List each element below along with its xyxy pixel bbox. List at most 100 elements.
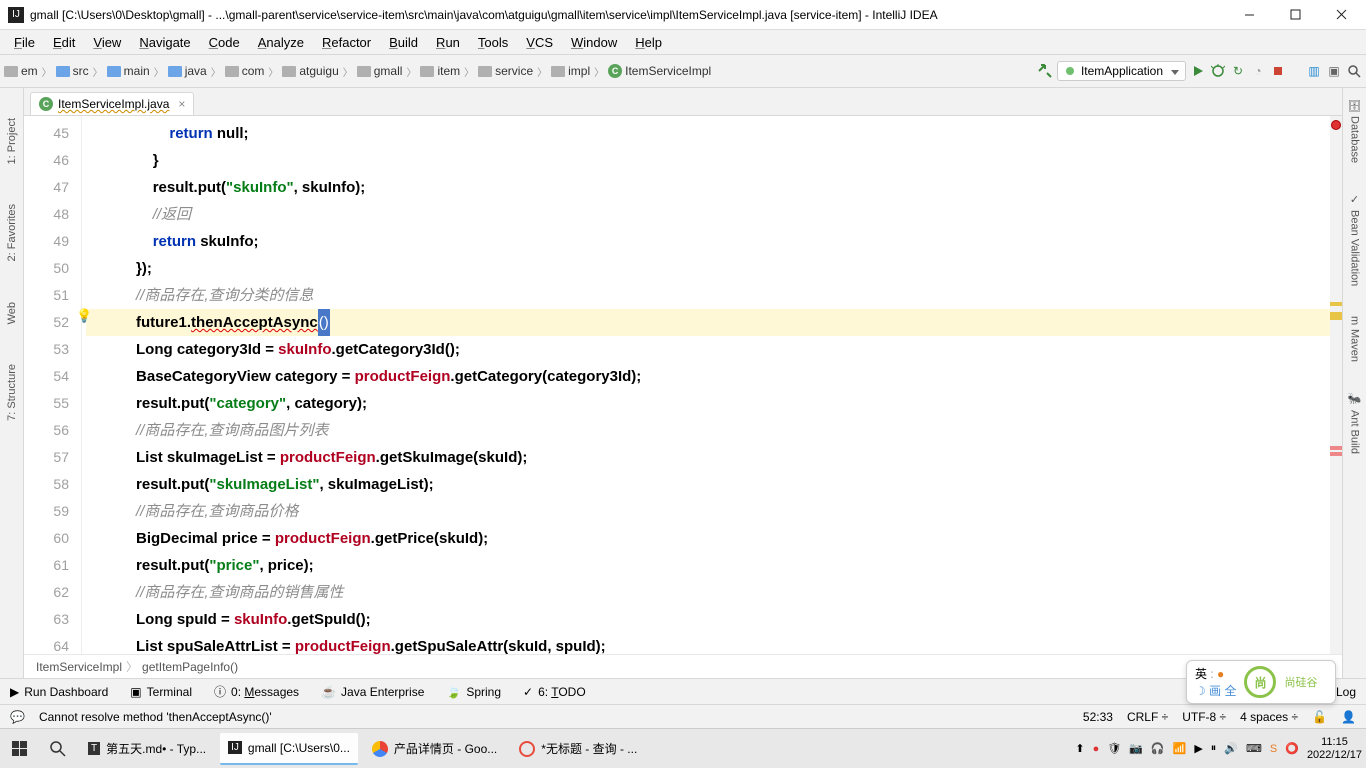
windows-taskbar: T第五天.md• - Typ... IJgmall [C:\Users\0...… — [0, 728, 1366, 768]
menu-run[interactable]: Run — [428, 33, 468, 52]
tool-project[interactable]: 1: Project — [6, 118, 18, 164]
run-button[interactable] — [1190, 63, 1206, 79]
task-typora[interactable]: T第五天.md• - Typ... — [80, 733, 214, 765]
minimize-button[interactable] — [1226, 0, 1272, 30]
code-content[interactable]: return null; } result.put("skuInfo", sku… — [82, 116, 1330, 654]
tray-icon[interactable]: ⌨ — [1246, 742, 1262, 755]
menu-file[interactable]: File — [6, 33, 43, 52]
ime-logo-icon: 尚 — [1244, 666, 1276, 698]
menu-help[interactable]: Help — [627, 33, 670, 52]
intention-bulb-icon[interactable]: 💡 — [76, 308, 92, 324]
close-tab-icon[interactable]: × — [178, 97, 185, 111]
indent-setting[interactable]: 4 spaces ÷ — [1240, 710, 1298, 724]
menu-refactor[interactable]: Refactor — [314, 33, 379, 52]
tool-web[interactable]: Web — [6, 302, 18, 324]
breadcrumb-atguigu[interactable]: atguigu — [282, 64, 338, 78]
structure-breadcrumb[interactable]: ItemServiceImpl 〉 getItemPageInfo() — [24, 654, 1342, 678]
folder-icon — [4, 66, 18, 77]
gutter-line-numbers: 4546474849505152535455565758596061626364 — [24, 116, 82, 654]
breadcrumb-gmall[interactable]: gmall — [357, 64, 403, 78]
run-configuration-select[interactable]: ItemApplication — [1057, 61, 1186, 81]
system-tray[interactable]: ⬆ ● 🛡 📷 🎧 📶 ▶ ⏸ 🔊 ⌨ S ⭕ 11:152022/12/17 — [1075, 736, 1362, 762]
menu-navigate[interactable]: Navigate — [131, 33, 198, 52]
start-button[interactable] — [4, 733, 36, 765]
error-indicator-icon — [1331, 120, 1341, 130]
tray-icon[interactable]: ▶ — [1194, 742, 1202, 755]
debug-button[interactable] — [1210, 63, 1226, 79]
caret-position[interactable]: 52:33 — [1083, 710, 1113, 724]
tray-icon[interactable]: ⬆ — [1075, 742, 1084, 755]
search-button[interactable] — [42, 733, 74, 765]
tray-icon[interactable]: 📷 — [1129, 742, 1143, 755]
search-everywhere-button[interactable] — [1346, 63, 1362, 79]
breadcrumb-service[interactable]: service — [478, 64, 533, 78]
maximize-button[interactable] — [1272, 0, 1318, 30]
breadcrumbs[interactable]: em〉src〉main〉java〉com〉atguigu〉gmall〉item〉… — [4, 64, 711, 79]
profile-button[interactable]: ◔ — [1250, 63, 1266, 79]
right-tool-stripe: 🗄Database ✓Bean Validation mMaven 🐜Ant Buil… — [1342, 88, 1366, 678]
tray-icon[interactable]: ⭕ — [1285, 742, 1299, 755]
line-separator[interactable]: CRLF ÷ — [1127, 710, 1168, 724]
toolwin-todo[interactable]: ✓6: TODO — [523, 685, 586, 699]
crumb-class[interactable]: ItemServiceImpl — [36, 660, 122, 674]
file-encoding[interactable]: UTF-8 ÷ — [1182, 710, 1226, 724]
menu-window[interactable]: Window — [563, 33, 625, 52]
toolwin-rundashboard[interactable]: ▶Run Dashboard — [10, 685, 108, 699]
intellij-icon: IJ — [8, 7, 24, 23]
menu-vcs[interactable]: VCS — [518, 33, 561, 52]
tray-icon[interactable]: 🛡 — [1107, 742, 1121, 755]
folder-icon — [56, 66, 70, 77]
toolwin-spring[interactable]: 🍃Spring — [446, 685, 501, 699]
breadcrumb-src[interactable]: src — [56, 64, 89, 78]
menu-view[interactable]: View — [85, 33, 129, 52]
tray-icon[interactable]: S — [1270, 743, 1277, 755]
status-bar: 💬 Cannot resolve method 'thenAcceptAsync… — [0, 704, 1366, 728]
tool-antbuild[interactable]: 🐜Ant Build — [1348, 393, 1361, 454]
tab-label: ItemServiceImpl.java — [58, 97, 169, 111]
breadcrumb-main[interactable]: main — [107, 64, 150, 78]
menu-build[interactable]: Build — [381, 33, 426, 52]
menu-tools[interactable]: Tools — [470, 33, 516, 52]
clock[interactable]: 11:152022/12/17 — [1307, 736, 1362, 762]
status-message: Cannot resolve method 'thenAcceptAsync()… — [39, 710, 272, 724]
breadcrumb-impl[interactable]: impl — [551, 64, 590, 78]
tool-structure[interactable]: 7: Structure — [6, 364, 18, 421]
menu-analyze[interactable]: Analyze — [250, 33, 312, 52]
hector-icon[interactable]: 👤 — [1341, 710, 1356, 724]
tool-database[interactable]: 🗄Database — [1348, 98, 1361, 163]
layout-icon[interactable]: ▥ — [1306, 63, 1322, 79]
breadcrumb-java[interactable]: java — [168, 64, 207, 78]
main-area: 1: Project 2: Favorites Web 7: Structure C … — [0, 88, 1366, 678]
coverage-button[interactable]: ↻ — [1230, 63, 1246, 79]
readonly-icon[interactable]: 🔓 — [1312, 710, 1327, 724]
breadcrumb-item[interactable]: item — [420, 64, 460, 78]
code-editor[interactable]: 4546474849505152535455565758596061626364… — [24, 116, 1342, 654]
stop-button[interactable] — [1270, 63, 1286, 79]
build-icon[interactable] — [1037, 63, 1053, 79]
toolwin-messages[interactable]: ⓘ0: Messages — [214, 683, 299, 700]
toolwin-javaenterprise[interactable]: ☕Java Enterprise — [321, 685, 424, 699]
tool-maven[interactable]: mMaven — [1349, 316, 1361, 362]
tray-icon[interactable]: 📶 — [1173, 742, 1187, 755]
toolwin-terminal[interactable]: ▣Terminal — [130, 685, 192, 699]
crumb-method[interactable]: getItemPageInfo() — [142, 660, 238, 674]
tray-icon[interactable]: ⏸ — [1211, 742, 1217, 755]
tray-icon[interactable]: 🔊 — [1224, 742, 1238, 755]
ime-widget[interactable]: 英 : ● ☽ 画 全 尚 尚硅谷 — [1186, 660, 1336, 704]
menu-code[interactable]: Code — [201, 33, 248, 52]
error-stripe[interactable] — [1330, 116, 1342, 654]
task-chrome[interactable]: 产品详情页 - Goo... — [364, 733, 505, 765]
task-intellij[interactable]: IJgmall [C:\Users\0... — [220, 733, 358, 765]
tool-favorites[interactable]: 2: Favorites — [6, 204, 18, 261]
close-button[interactable] — [1318, 0, 1364, 30]
expand-icon[interactable]: ▣ — [1326, 63, 1342, 79]
tool-beanvalidation[interactable]: ✓Bean Validation — [1348, 193, 1361, 286]
breadcrumb-ItemServiceImpl[interactable]: CItemServiceImpl — [608, 64, 711, 78]
tab-itemserviceimpl[interactable]: C ItemServiceImpl.java × — [30, 92, 194, 115]
task-other[interactable]: *无标题 - 查询 - ... — [511, 733, 645, 765]
breadcrumb-em[interactable]: em — [4, 64, 38, 78]
menu-edit[interactable]: Edit — [45, 33, 83, 52]
tray-icon[interactable]: ● — [1093, 743, 1100, 755]
tray-icon[interactable]: 🎧 — [1151, 742, 1165, 755]
breadcrumb-com[interactable]: com — [225, 64, 265, 78]
